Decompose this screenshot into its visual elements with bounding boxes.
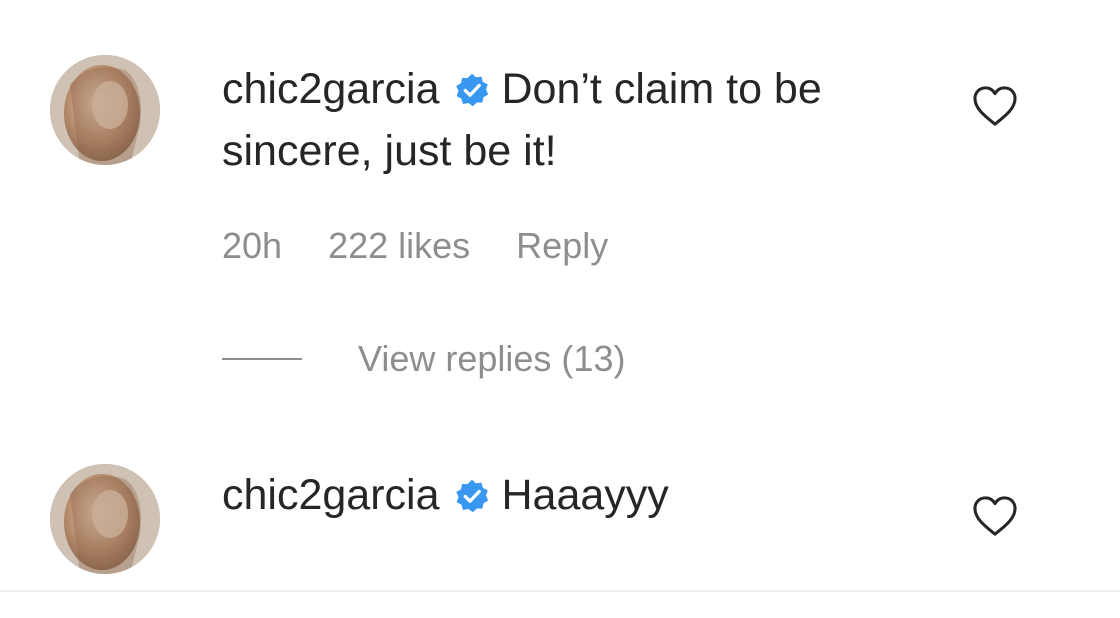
- divider-line: [222, 358, 302, 360]
- like-heart-icon[interactable]: [972, 85, 1018, 127]
- comment-item: chic2garcia Don’t claim to be sincere, ju…: [0, 0, 1120, 420]
- avatar-image: [50, 55, 160, 165]
- comment-meta: 20h 222 likes Reply: [222, 225, 608, 267]
- comment-item: chic2garcia Haaayyy: [0, 440, 1120, 590]
- comment-body: chic2garcia Haaayyy: [222, 464, 942, 526]
- view-replies-label: View replies (13): [358, 338, 626, 379]
- bottom-divider: [0, 590, 1120, 592]
- verified-badge-icon: [454, 72, 490, 108]
- avatar[interactable]: [50, 464, 160, 574]
- verified-badge-icon: [454, 478, 490, 514]
- comment-username[interactable]: chic2garcia: [222, 471, 440, 519]
- comment-text: Haaayyy: [501, 471, 669, 519]
- avatar-image: [50, 464, 160, 574]
- comment-body: chic2garcia Don’t claim to be sincere, ju…: [222, 58, 942, 182]
- view-replies-button[interactable]: View replies (13): [222, 338, 625, 380]
- comment-likes[interactable]: 222 likes: [328, 225, 470, 267]
- comment-time: 20h: [222, 225, 283, 266]
- avatar[interactable]: [50, 55, 160, 165]
- reply-button[interactable]: Reply: [516, 225, 608, 267]
- comment-username[interactable]: chic2garcia: [222, 65, 440, 113]
- like-heart-icon[interactable]: [972, 495, 1018, 537]
